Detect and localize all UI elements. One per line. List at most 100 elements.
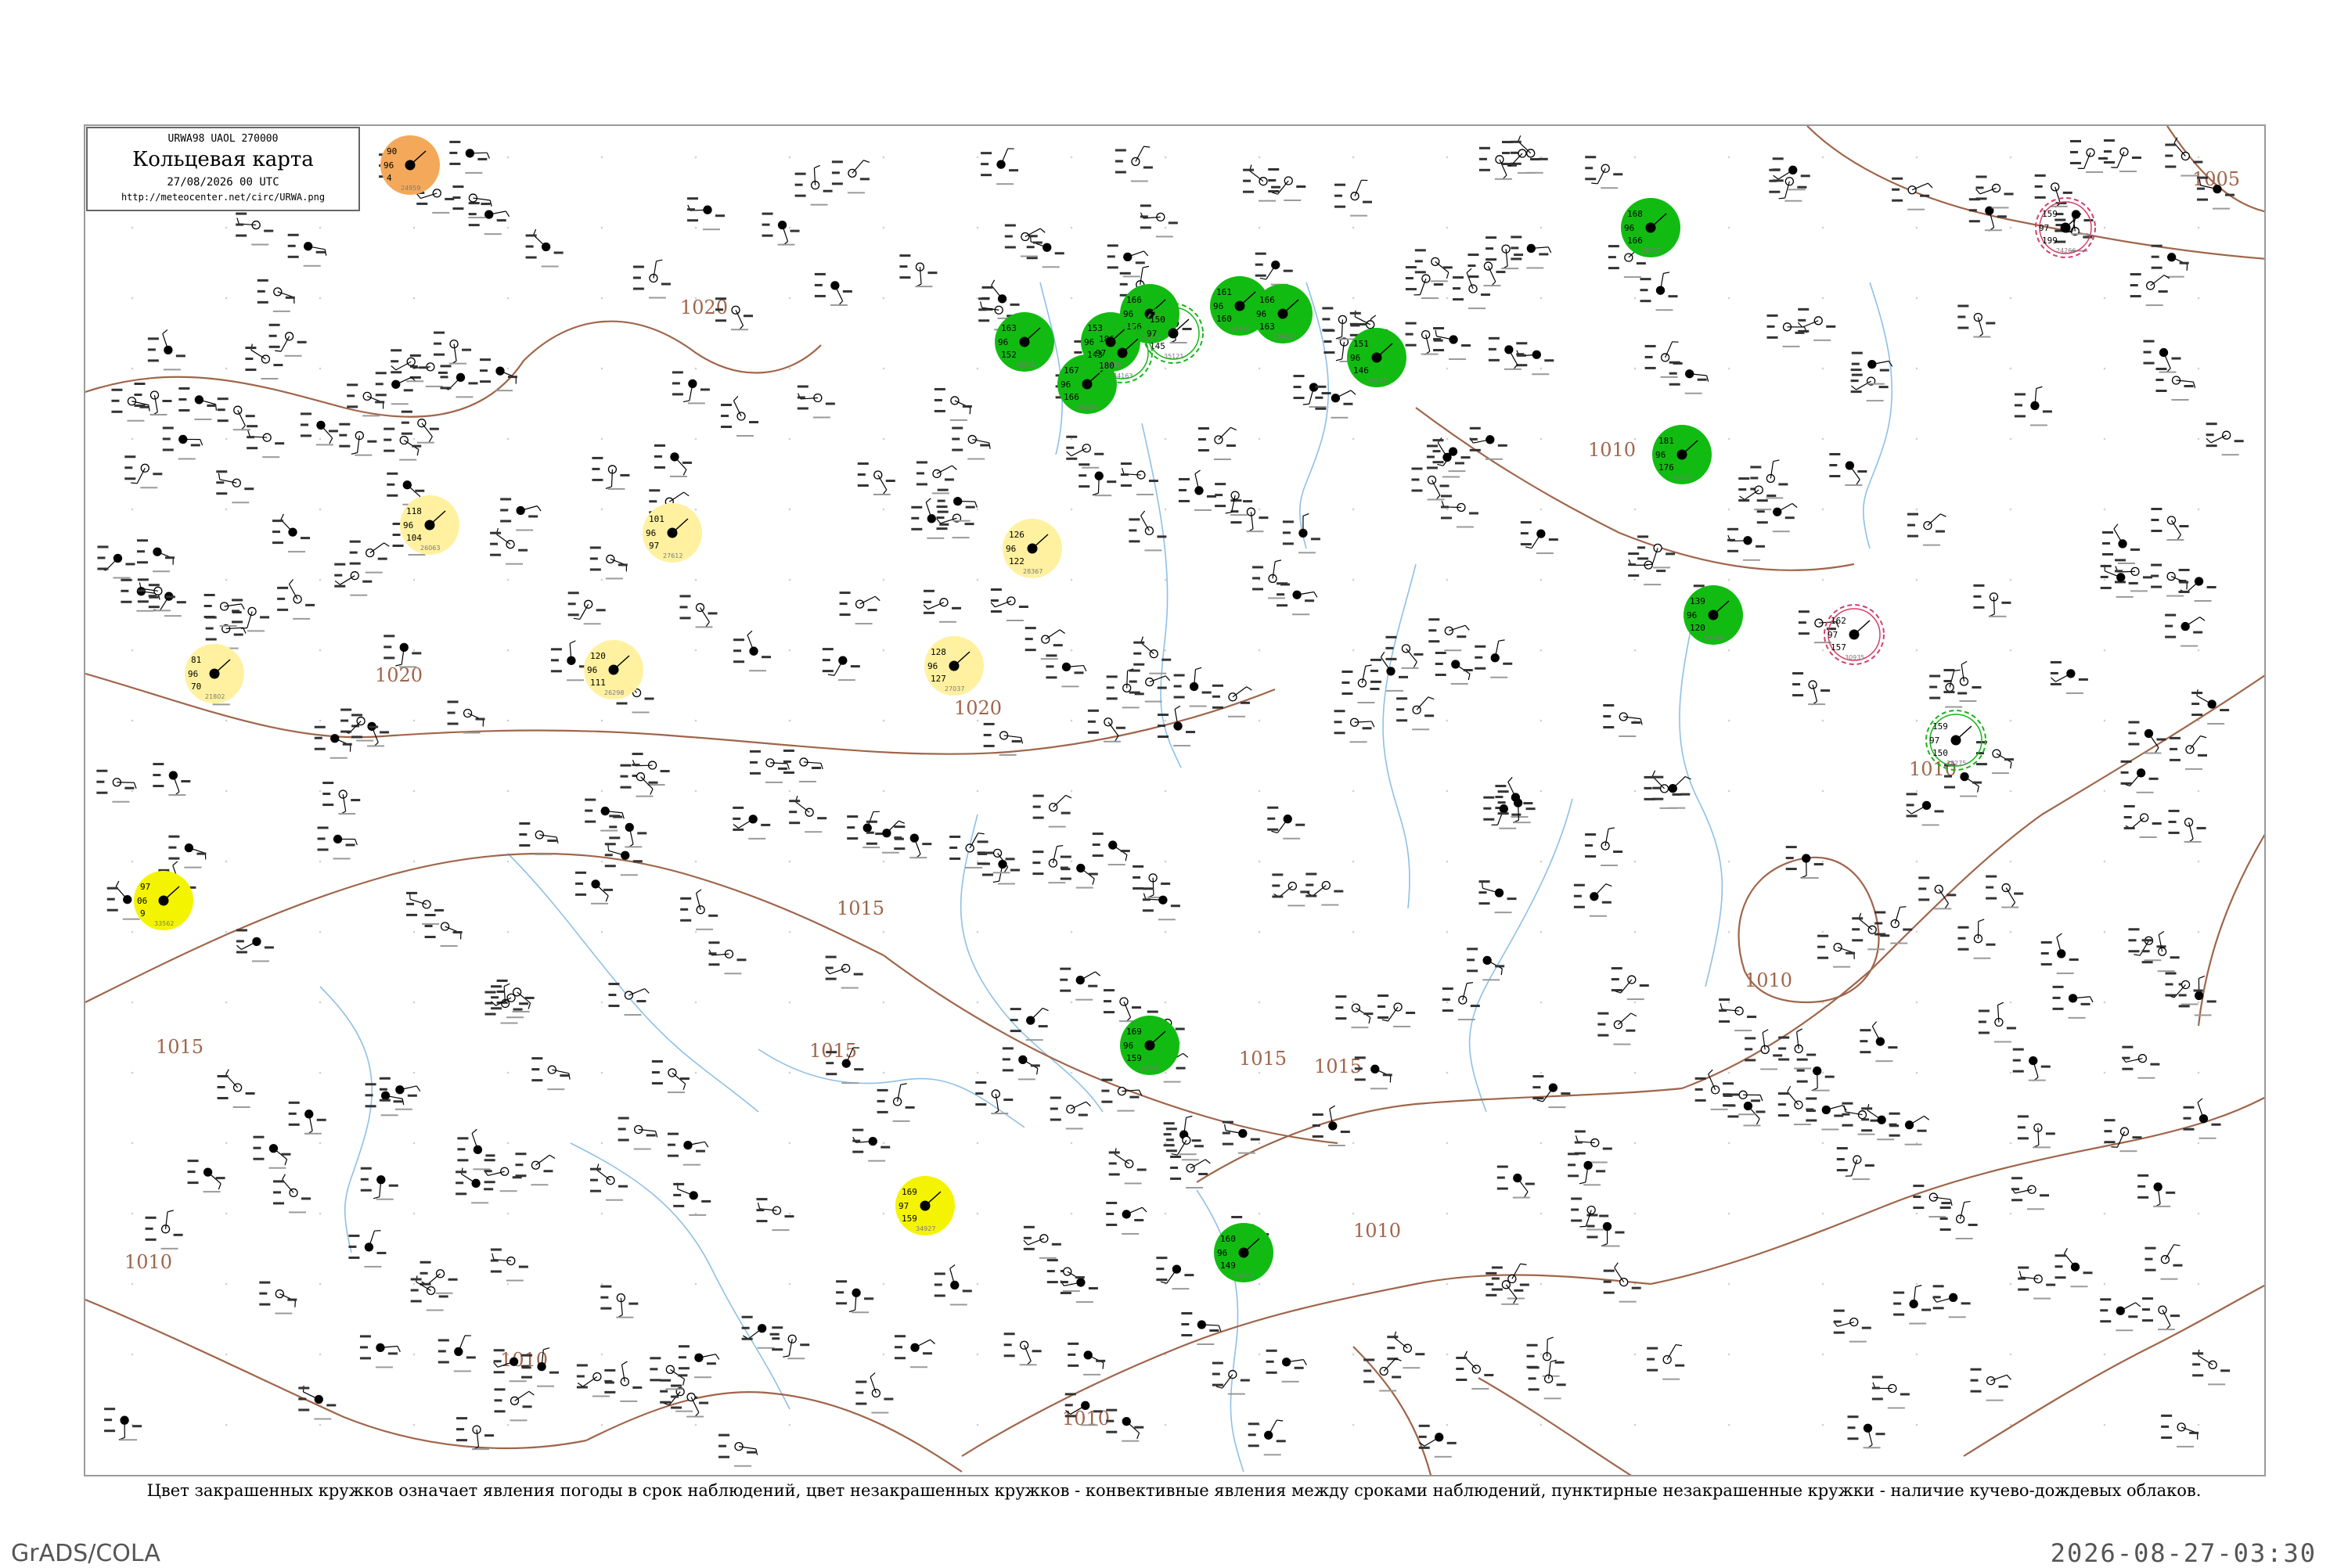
- graticule-dot: [1352, 1213, 1355, 1215]
- station-visibility: 06: [137, 896, 147, 906]
- station-rain[interactable]: 1609614924959: [1214, 1223, 1273, 1282]
- station-symbol: [2100, 1298, 2140, 1331]
- station-squall[interactable]: 1629715730935: [1824, 605, 1884, 664]
- station-rain[interactable]: 1399612029766: [1684, 585, 1743, 645]
- station-pressure: 151: [1353, 339, 1369, 349]
- graticule-dot: [977, 1424, 979, 1426]
- station-index: 28275: [1946, 760, 1966, 767]
- station-drizzle[interactable]: 1189610426063: [400, 495, 459, 555]
- graticule-dot: [131, 931, 134, 933]
- graticule-dot: [1446, 720, 1449, 722]
- station-symbol: [1574, 884, 1612, 917]
- station-symbol: [1723, 1082, 1763, 1115]
- station-drizzle[interactable]: 1289612727037: [924, 636, 984, 696]
- station-smoke[interactable]: 9096424959: [380, 135, 440, 195]
- graticule-dot: [883, 649, 885, 652]
- station-storm[interactable]: 1699715934927: [895, 1176, 955, 1235]
- station-symbol: [1943, 661, 1981, 702]
- station-pressure: 166: [1126, 295, 1142, 305]
- station-symbol: [1115, 146, 1153, 182]
- station-symbol: [679, 1345, 719, 1378]
- station-symbol: [2165, 614, 2205, 647]
- station-symbol: [1305, 873, 1343, 906]
- graticule-dot: [789, 790, 791, 793]
- graticule-dot: [1916, 227, 1918, 229]
- station-symbol: [600, 1286, 638, 1318]
- map-canvas[interactable]: 1005 1010 1010 1010 1010 1010 1010 1010 …: [85, 126, 2266, 1476]
- station-symbol: [1929, 670, 1967, 707]
- graticule-dot: [131, 1072, 134, 1074]
- graticule-dot: [601, 156, 603, 159]
- station-visibility: 97: [1828, 630, 1838, 640]
- source-url[interactable]: http://meteocenter.net/circ/URWA.png: [88, 192, 358, 203]
- graticule-dot: [601, 579, 603, 581]
- graticule-dot: [883, 1142, 885, 1145]
- legend-caption: Цвет закрашенных кружков означает явлени…: [78, 1481, 2270, 1500]
- graticule-dot: [789, 438, 791, 441]
- graticule-dot: [1916, 1424, 1918, 1426]
- graticule-dot: [507, 1072, 510, 1074]
- station-drizzle[interactable]: 101969727612: [643, 503, 702, 563]
- station-rain[interactable]: 1819617629282: [1652, 425, 1712, 484]
- station-symbol: [981, 149, 1018, 185]
- graticule-dot: [1728, 368, 1730, 370]
- station-index: 29766: [1704, 635, 1723, 642]
- graticule-dot: [789, 579, 791, 581]
- station-drizzle[interactable]: 1269612228367: [1003, 519, 1062, 578]
- station-visibility: 96: [587, 665, 597, 675]
- graticule-dot: [1540, 861, 1543, 863]
- graticule-dot: [1352, 1142, 1355, 1145]
- station-symbol: [978, 840, 1015, 873]
- graticule-dot: [1165, 649, 1167, 652]
- graticule-dot: [1446, 227, 1449, 229]
- graticule-dot: [1540, 1142, 1543, 1145]
- station-rain[interactable]: 1689616629231: [1621, 198, 1680, 257]
- graticule-dot: [1728, 649, 1730, 652]
- graticule-dot: [1916, 1072, 1918, 1074]
- station-symbol: [826, 956, 863, 989]
- graticule-dot: [883, 1354, 885, 1356]
- graticule-dot: [1071, 1072, 1073, 1074]
- station-value: 149: [1220, 1261, 1236, 1271]
- station-symbol: [360, 1335, 400, 1368]
- map-frame[interactable]: 1005 1010 1010 1010 1010 1010 1010 1010 …: [84, 124, 2266, 1476]
- station-index: 35121: [1164, 353, 1183, 360]
- station-symbol: [1248, 1420, 1286, 1455]
- station-rain[interactable]: 1669616323933: [1253, 284, 1313, 343]
- station-rain[interactable]: 1639615228138: [995, 312, 1054, 372]
- graticule-dot: [2010, 227, 2012, 229]
- station-pressure: 166: [1259, 295, 1275, 305]
- station-symbol: [1004, 1332, 1042, 1365]
- station-symbol: [1415, 249, 1453, 282]
- station-symbol: [1933, 1285, 1971, 1318]
- station-drizzle[interactable]: 81967021802: [185, 644, 244, 703]
- station-rain[interactable]: 1519614624125: [1347, 328, 1406, 387]
- station-symbol: [1778, 1029, 1816, 1070]
- isobar-label: 1020: [954, 697, 1002, 719]
- station-value: 127: [931, 674, 946, 684]
- station-symbol: [1470, 427, 1507, 460]
- graticule-dot: [1634, 1072, 1637, 1074]
- graticule-dot: [1259, 438, 1261, 441]
- graticule-dot: [1822, 1213, 1824, 1215]
- station-symbol: [1005, 225, 1045, 257]
- station-symbol: [2041, 933, 2079, 974]
- graticule-dot: [2198, 509, 2200, 511]
- graticule-dot: [2104, 1283, 2106, 1286]
- station-symbol: [1283, 513, 1320, 553]
- graticule-dot: [1071, 649, 1073, 652]
- weather-stations[interactable]: 1639615228138167961662822515396143275951…: [134, 135, 2095, 1282]
- station-symbol: [1969, 198, 2007, 231]
- station-symbol: [2206, 423, 2244, 455]
- station-storm[interactable]: 9706933562: [134, 871, 193, 930]
- station-rain[interactable]: 1699615934747: [1120, 1016, 1179, 1075]
- station-index: 24959: [401, 185, 420, 192]
- graticule-dot: [1446, 368, 1449, 370]
- graticule-dot: [413, 1424, 416, 1426]
- station-symbol: [153, 763, 190, 796]
- graticule-dot: [1540, 1424, 1543, 1426]
- station-index: 26298: [604, 689, 624, 696]
- station-visibility: 96: [1084, 337, 1094, 347]
- station-drizzle[interactable]: 1209611126298: [584, 640, 643, 699]
- station-symbol: [1502, 141, 1540, 174]
